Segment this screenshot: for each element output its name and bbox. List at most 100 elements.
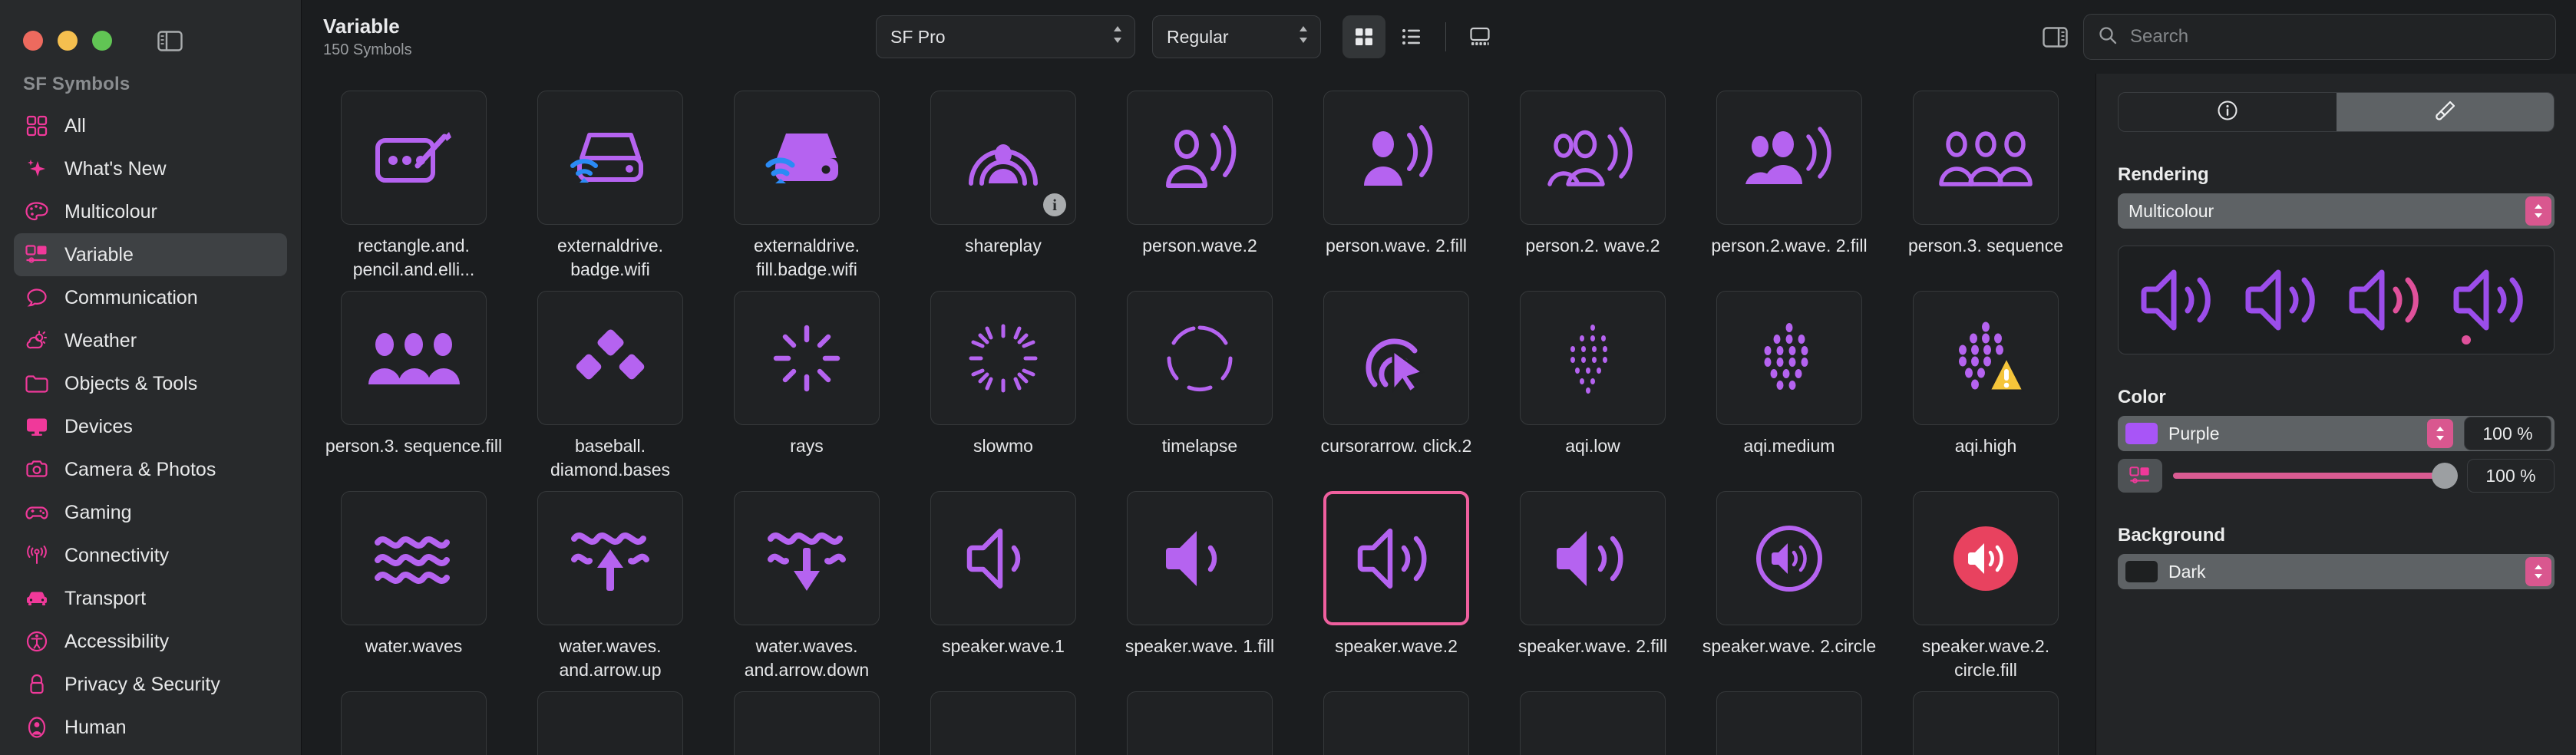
symbol-tile[interactable] bbox=[734, 291, 880, 425]
symbol-tile[interactable] bbox=[1716, 691, 1862, 755]
symbol-cell[interactable]: aqi.low bbox=[1494, 282, 1691, 482]
symbol-tile[interactable] bbox=[1520, 291, 1666, 425]
symbol-grid-scroll[interactable]: rectangle.and. pencil.and.elli... extern… bbox=[302, 74, 2095, 755]
tab-style[interactable] bbox=[2336, 93, 2554, 131]
symbol-cell[interactable]: externaldrive. fill.badge.wifi bbox=[708, 81, 905, 282]
symbol-cell[interactable]: person.3. sequence.fill bbox=[315, 282, 512, 482]
symbol-cell[interactable] bbox=[1887, 682, 2084, 755]
symbol-tile[interactable] bbox=[341, 291, 487, 425]
symbol-tile[interactable] bbox=[341, 691, 487, 755]
grid-view-icon[interactable] bbox=[1342, 15, 1385, 58]
sidebar-item-connectivity[interactable]: Connectivity bbox=[14, 534, 287, 577]
symbol-cell[interactable]: timelapse bbox=[1101, 282, 1298, 482]
symbol-cell[interactable]: speaker.wave.2. circle.fill bbox=[1887, 482, 2084, 682]
sidebar-item-communication[interactable]: Communication bbox=[14, 276, 287, 319]
symbol-cell[interactable]: speaker.wave. 1.fill bbox=[1101, 482, 1298, 682]
symbol-tile[interactable] bbox=[537, 291, 683, 425]
info-badge[interactable]: i bbox=[1043, 193, 1066, 216]
symbol-cell[interactable]: baseball. diamond.bases bbox=[512, 282, 708, 482]
symbol-cell[interactable]: aqi.high bbox=[1887, 282, 2084, 482]
symbol-tile[interactable] bbox=[1520, 91, 1666, 225]
symbol-cell[interactable]: rectangle.and. pencil.and.elli... bbox=[315, 81, 512, 282]
symbol-tile[interactable] bbox=[1127, 691, 1273, 755]
symbol-cell[interactable]: aqi.medium bbox=[1691, 282, 1887, 482]
sidebar-left-icon[interactable] bbox=[157, 30, 183, 51]
symbol-tile[interactable] bbox=[1127, 91, 1273, 225]
symbol-cell[interactable]: speaker.wave. 2.circle bbox=[1691, 482, 1887, 682]
symbol-cell[interactable] bbox=[315, 682, 512, 755]
symbol-cell[interactable]: speaker.wave.1 bbox=[905, 482, 1101, 682]
sidebar-item-gaming[interactable]: Gaming bbox=[14, 491, 287, 534]
sidebar-item-all[interactable]: All bbox=[14, 104, 287, 147]
sidebar-item-devices[interactable]: Devices bbox=[14, 405, 287, 448]
sidebar-item-camera-and-photos[interactable]: Camera & Photos bbox=[14, 448, 287, 491]
variable-slider[interactable] bbox=[2173, 459, 2458, 493]
symbol-tile[interactable] bbox=[1913, 91, 2059, 225]
symbol-tile[interactable] bbox=[1913, 491, 2059, 625]
symbol-tile[interactable] bbox=[537, 691, 683, 755]
stepper-icon[interactable] bbox=[2427, 419, 2453, 448]
symbol-tile[interactable] bbox=[1127, 291, 1273, 425]
zoom-button[interactable] bbox=[92, 31, 112, 51]
symbol-tile[interactable] bbox=[341, 91, 487, 225]
sidebar-item-variable[interactable]: Variable bbox=[14, 233, 287, 276]
symbol-tile[interactable] bbox=[930, 691, 1076, 755]
search-field[interactable]: Search bbox=[2083, 14, 2556, 60]
close-button[interactable] bbox=[23, 31, 43, 51]
symbol-tile[interactable] bbox=[1520, 491, 1666, 625]
symbol-tile[interactable] bbox=[1716, 491, 1862, 625]
symbol-tile[interactable] bbox=[1127, 491, 1273, 625]
symbol-cell[interactable]: person.2.wave. 2.fill bbox=[1691, 81, 1887, 282]
sidebar-item-accessibility[interactable]: Accessibility bbox=[14, 620, 287, 663]
tab-info[interactable] bbox=[2119, 93, 2337, 131]
sidebar-right-icon[interactable] bbox=[2043, 26, 2068, 48]
sidebar-item-transport[interactable]: Transport bbox=[14, 577, 287, 620]
background-select[interactable]: Dark bbox=[2118, 554, 2555, 589]
symbol-cell[interactable] bbox=[1691, 682, 1887, 755]
sidebar-item-privacy-and-security[interactable]: Privacy & Security bbox=[14, 663, 287, 706]
font-weight-select[interactable]: Regular bbox=[1152, 15, 1321, 58]
symbol-tile[interactable] bbox=[1323, 91, 1469, 225]
stepper-icon[interactable] bbox=[2525, 196, 2551, 226]
symbol-cell[interactable] bbox=[905, 682, 1101, 755]
symbol-tile[interactable] bbox=[1913, 691, 2059, 755]
symbol-cell[interactable]: person.2. wave.2 bbox=[1494, 81, 1691, 282]
font-family-select[interactable]: SF Pro bbox=[876, 15, 1135, 58]
symbol-cell-selected[interactable]: speaker.wave.2 bbox=[1298, 482, 1494, 682]
sidebar-item-objects-and-tools[interactable]: Objects & Tools bbox=[14, 362, 287, 405]
sidebar-item-weather[interactable]: Weather bbox=[14, 319, 287, 362]
symbol-cell[interactable] bbox=[708, 682, 905, 755]
color-select[interactable]: Purple 100 % bbox=[2118, 416, 2555, 451]
symbol-tile[interactable] bbox=[734, 691, 880, 755]
variable-value-field[interactable]: 100 % bbox=[2467, 459, 2555, 493]
symbol-tile[interactable] bbox=[537, 491, 683, 625]
symbol-cell[interactable] bbox=[1298, 682, 1494, 755]
symbol-tile[interactable] bbox=[1323, 491, 1469, 625]
symbol-cell[interactable]: water.waves bbox=[315, 482, 512, 682]
color-opacity-field[interactable]: 100 % bbox=[2464, 417, 2551, 450]
list-view-icon[interactable] bbox=[1390, 15, 1433, 58]
variable-icon[interactable] bbox=[2118, 459, 2162, 493]
symbol-tile[interactable] bbox=[734, 91, 880, 225]
symbol-cell[interactable]: i shareplay bbox=[905, 81, 1101, 282]
gallery-view-icon[interactable] bbox=[1458, 15, 1501, 58]
symbol-cell[interactable]: person.wave.2 bbox=[1101, 81, 1298, 282]
symbol-cell[interactable]: water.waves. and.arrow.down bbox=[708, 482, 905, 682]
symbol-tile[interactable] bbox=[1913, 291, 2059, 425]
symbol-cell[interactable]: slowmo bbox=[905, 282, 1101, 482]
symbol-tile[interactable] bbox=[537, 91, 683, 225]
sidebar-item-human[interactable]: Human bbox=[14, 706, 287, 749]
symbol-cell[interactable]: person.wave. 2.fill bbox=[1298, 81, 1494, 282]
symbol-tile[interactable] bbox=[930, 291, 1076, 425]
symbol-tile[interactable] bbox=[1323, 291, 1469, 425]
rendering-select[interactable]: Multicolour bbox=[2118, 193, 2555, 229]
symbol-tile[interactable] bbox=[930, 491, 1076, 625]
symbol-tile[interactable] bbox=[1716, 91, 1862, 225]
symbol-cell[interactable]: externaldrive. badge.wifi bbox=[512, 81, 708, 282]
stepper-icon[interactable] bbox=[2525, 557, 2551, 586]
symbol-cell[interactable]: person.3. sequence bbox=[1887, 81, 2084, 282]
symbol-cell[interactable]: water.waves. and.arrow.up bbox=[512, 482, 708, 682]
symbol-cell[interactable] bbox=[512, 682, 708, 755]
symbol-tile[interactable] bbox=[1520, 691, 1666, 755]
sidebar-item-multicolour[interactable]: Multicolour bbox=[14, 190, 287, 233]
